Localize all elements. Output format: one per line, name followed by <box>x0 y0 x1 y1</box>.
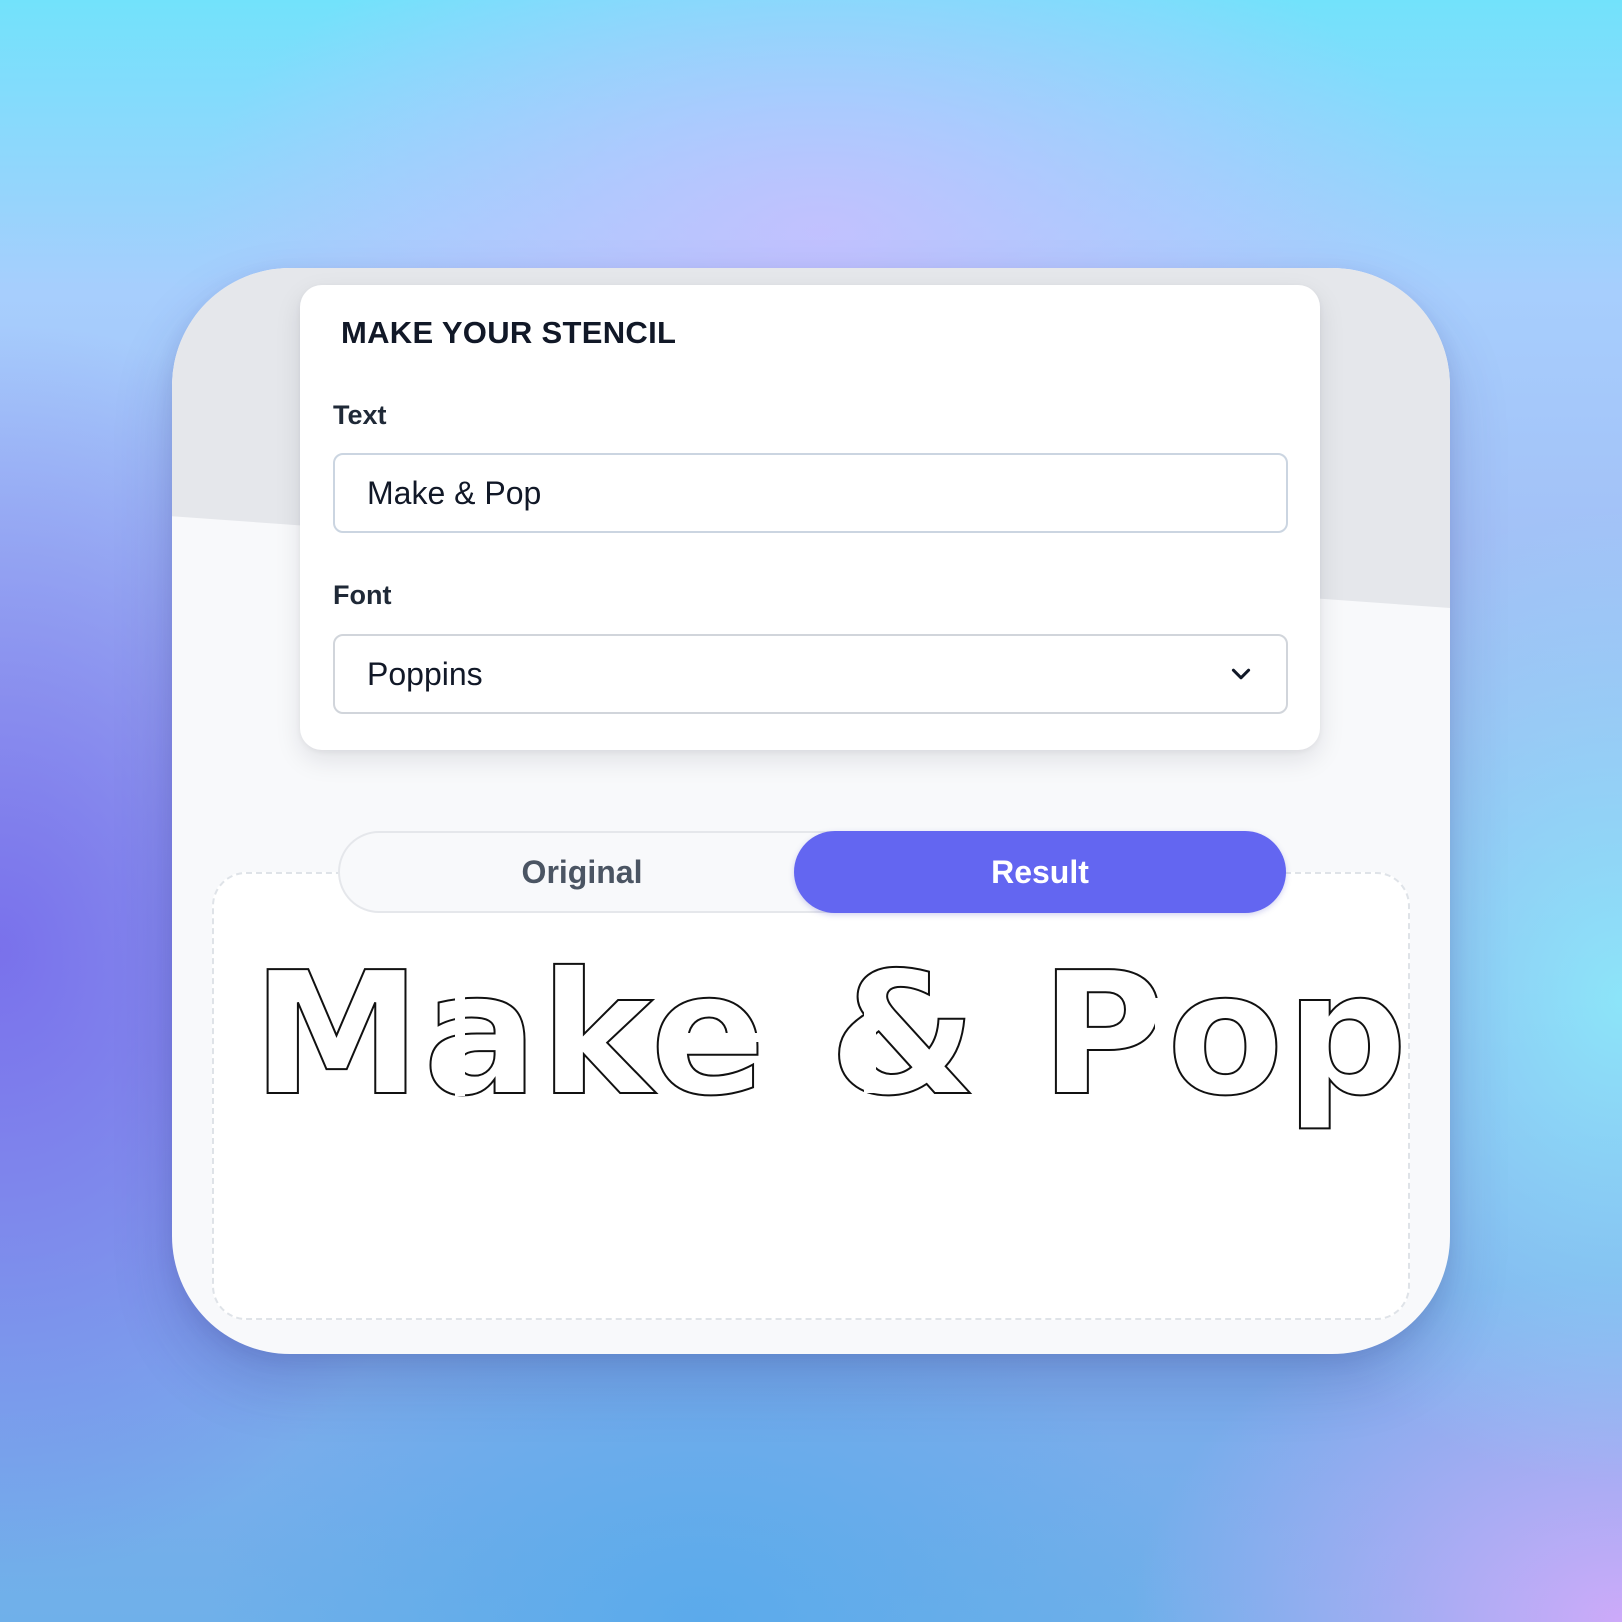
text-field-label: Text <box>333 400 387 430</box>
chevron-down-icon <box>1231 668 1251 680</box>
stencil-form-panel: MAKE YOUR STENCIL Text Font Poppins <box>300 285 1320 750</box>
font-select[interactable]: Poppins <box>333 634 1288 714</box>
stencil-text-input[interactable] <box>333 453 1288 533</box>
stencil-card: MAKE YOUR STENCIL Text Font Poppins Orig… <box>172 268 1450 1354</box>
view-toggle: Original Result <box>338 831 1286 913</box>
font-field-label: Font <box>333 580 392 610</box>
stencil-result-graphic: Make & Pop <box>251 935 1408 1135</box>
stencil-result-text: Make & Pop <box>252 936 1409 1134</box>
toggle-result-button[interactable]: Result <box>794 831 1286 913</box>
toggle-original-button[interactable]: Original <box>340 831 824 913</box>
font-select-value: Poppins <box>367 655 483 692</box>
form-title: MAKE YOUR STENCIL <box>341 315 677 350</box>
